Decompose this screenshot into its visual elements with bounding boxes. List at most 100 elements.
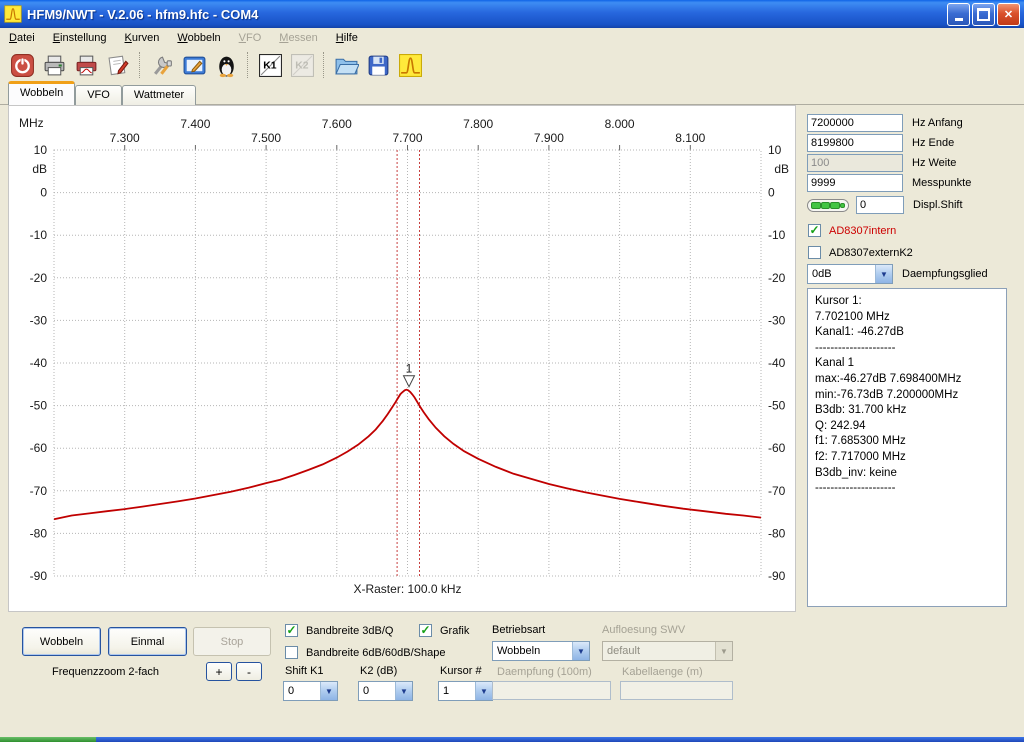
kursor-combo[interactable]: 1 (438, 681, 493, 701)
ad8307intern-checkbox-row[interactable]: AD8307intern (808, 224, 896, 237)
svg-text:-30: -30 (768, 313, 786, 327)
info-line: max:-46.27dB 7.698400MHz (815, 372, 1006, 388)
menu-bar: Datei Einstellung Kurven Wobbeln VFO Mes… (0, 28, 1024, 47)
taskbar-blue-edge[interactable] (96, 737, 1024, 742)
ad8307externk2-checkbox[interactable] (808, 246, 821, 259)
linux-settings-button[interactable] (211, 50, 241, 80)
svg-text:-80: -80 (30, 526, 48, 540)
sweep-chart-panel[interactable]: 101000-10-10-20-20-30-30-40-40-50-50-60-… (8, 105, 796, 612)
edit-notes-icon (106, 53, 131, 78)
minimize-button[interactable] (947, 3, 970, 26)
settings-tools-button[interactable] (147, 50, 177, 80)
bandbreite-6db-label: Bandbreite 6dB/60dB/Shape (306, 647, 445, 659)
maximize-button[interactable] (972, 3, 995, 26)
info-line: --------------------- (815, 481, 1006, 497)
hz-ende-input[interactable] (807, 134, 903, 152)
tab-wattmeter[interactable]: Wattmeter (122, 85, 196, 105)
daempfung-label: Daempfung (100m) (497, 666, 592, 678)
chevron-down-icon[interactable] (395, 682, 412, 700)
k2-db-combo[interactable]: 0 (358, 681, 413, 701)
print-button[interactable] (39, 50, 69, 80)
daempfungsglied-combo[interactable]: 0dB (807, 264, 893, 284)
svg-text:7.800: 7.800 (463, 117, 493, 131)
filter-curve-button[interactable] (395, 50, 425, 80)
svg-text:-90: -90 (768, 569, 786, 583)
open-file-button[interactable] (331, 50, 361, 80)
hz-weite-label: Hz Weite (912, 157, 956, 169)
printer-red-icon (74, 53, 99, 78)
screenshot-button[interactable] (179, 50, 209, 80)
bandbreite-6db-row[interactable]: Bandbreite 6dB/60dB/Shape (285, 646, 445, 659)
close-button[interactable]: ✕ (997, 3, 1020, 26)
chevron-down-icon[interactable] (875, 265, 892, 283)
print-curve-button[interactable] (71, 50, 101, 80)
daempfungsglied-value: 0dB (808, 268, 875, 280)
hz-anfang-label: Hz Anfang (912, 117, 963, 129)
app-filter-icon (4, 5, 22, 23)
chevron-down-icon[interactable] (320, 682, 337, 700)
close-icon: ✕ (1004, 8, 1013, 21)
grafik-row[interactable]: Grafik (419, 624, 469, 637)
chevron-down-icon[interactable] (572, 642, 589, 660)
svg-text:7.400: 7.400 (180, 117, 210, 131)
tab-wobbeln[interactable]: Wobbeln (8, 81, 75, 105)
displ-shift-label: Displ.Shift (913, 199, 963, 211)
wobbeln-button[interactable]: Wobbeln (22, 627, 101, 656)
info-line: B3db: 31.700 kHz (815, 403, 1006, 419)
ad8307intern-label: AD8307intern (829, 225, 896, 237)
bandbreite-3db-row[interactable]: Bandbreite 3dB/Q (285, 624, 393, 637)
ad8307externk2-label: AD8307externK2 (829, 247, 913, 259)
zoom-out-button[interactable]: - (236, 662, 262, 681)
save-file-button[interactable] (363, 50, 393, 80)
menu-kurven[interactable]: Kurven (116, 30, 169, 46)
betriebsart-combo[interactable]: Wobbeln (492, 641, 590, 661)
einmal-button[interactable]: Einmal (108, 627, 187, 656)
svg-text:8.000: 8.000 (605, 117, 635, 131)
betriebsart-label: Betriebsart (492, 624, 545, 636)
menu-datei[interactable]: Datei (0, 30, 44, 46)
menu-wobbeln[interactable]: Wobbeln (168, 30, 229, 46)
daempfung-input (492, 681, 611, 700)
daempfungsglied-label: Daempfungsglied (902, 268, 988, 280)
start-button-edge[interactable] (0, 737, 96, 742)
svg-text:-90: -90 (30, 569, 48, 583)
k2-db-value: 0 (359, 685, 395, 697)
title-bar[interactable]: HFM9/NWT - V.2.06 - hfm9.hfc - COM4 ✕ (0, 0, 1024, 28)
svg-text:0: 0 (768, 186, 775, 200)
svg-text:-50: -50 (768, 399, 786, 413)
menu-einstellung[interactable]: Einstellung (44, 30, 116, 46)
toolbar: K1 K2 (0, 47, 1024, 83)
displ-shift-input[interactable] (856, 196, 904, 214)
messpunkte-input[interactable] (807, 174, 903, 192)
power-button[interactable] (7, 50, 37, 80)
hz-anfang-input[interactable] (807, 114, 903, 132)
shift-k1-value: 0 (284, 685, 320, 697)
svg-text:-30: -30 (30, 313, 48, 327)
k1-curve-button[interactable]: K1 (255, 50, 285, 80)
tools-icon (150, 53, 175, 78)
menu-messen: Messen (270, 30, 327, 46)
svg-text:dB: dB (32, 162, 47, 176)
svg-text:-10: -10 (30, 228, 48, 242)
application-window: HFM9/NWT - V.2.06 - hfm9.hfc - COM4 ✕ Da… (0, 0, 1024, 742)
messpunkte-label: Messpunkte (912, 177, 971, 189)
chevron-down-icon[interactable] (475, 682, 492, 700)
edit-notes-button[interactable] (103, 50, 133, 80)
shift-k1-combo[interactable]: 0 (283, 681, 338, 701)
svg-text:7.300: 7.300 (110, 131, 140, 145)
bandbreite-3db-checkbox[interactable] (285, 624, 298, 637)
displ-shift-slider[interactable] (807, 199, 849, 212)
grafik-checkbox[interactable] (419, 624, 432, 637)
svg-text:MHz: MHz (19, 116, 44, 130)
maximize-icon (977, 8, 990, 21)
bandbreite-6db-checkbox[interactable] (285, 646, 298, 659)
taskbar-edge[interactable] (0, 737, 1024, 742)
sweep-chart[interactable]: 101000-10-10-20-20-30-30-40-40-50-50-60-… (9, 106, 795, 611)
zoom-in-button[interactable]: + (206, 662, 232, 681)
ad8307externk2-checkbox-row[interactable]: AD8307externK2 (808, 246, 913, 259)
svg-text:7.500: 7.500 (251, 131, 281, 145)
info-line: f2: 7.717000 MHz (815, 450, 1006, 466)
ad8307intern-checkbox[interactable] (808, 224, 821, 237)
tab-vfo[interactable]: VFO (75, 85, 122, 105)
menu-hilfe[interactable]: Hilfe (327, 30, 367, 46)
